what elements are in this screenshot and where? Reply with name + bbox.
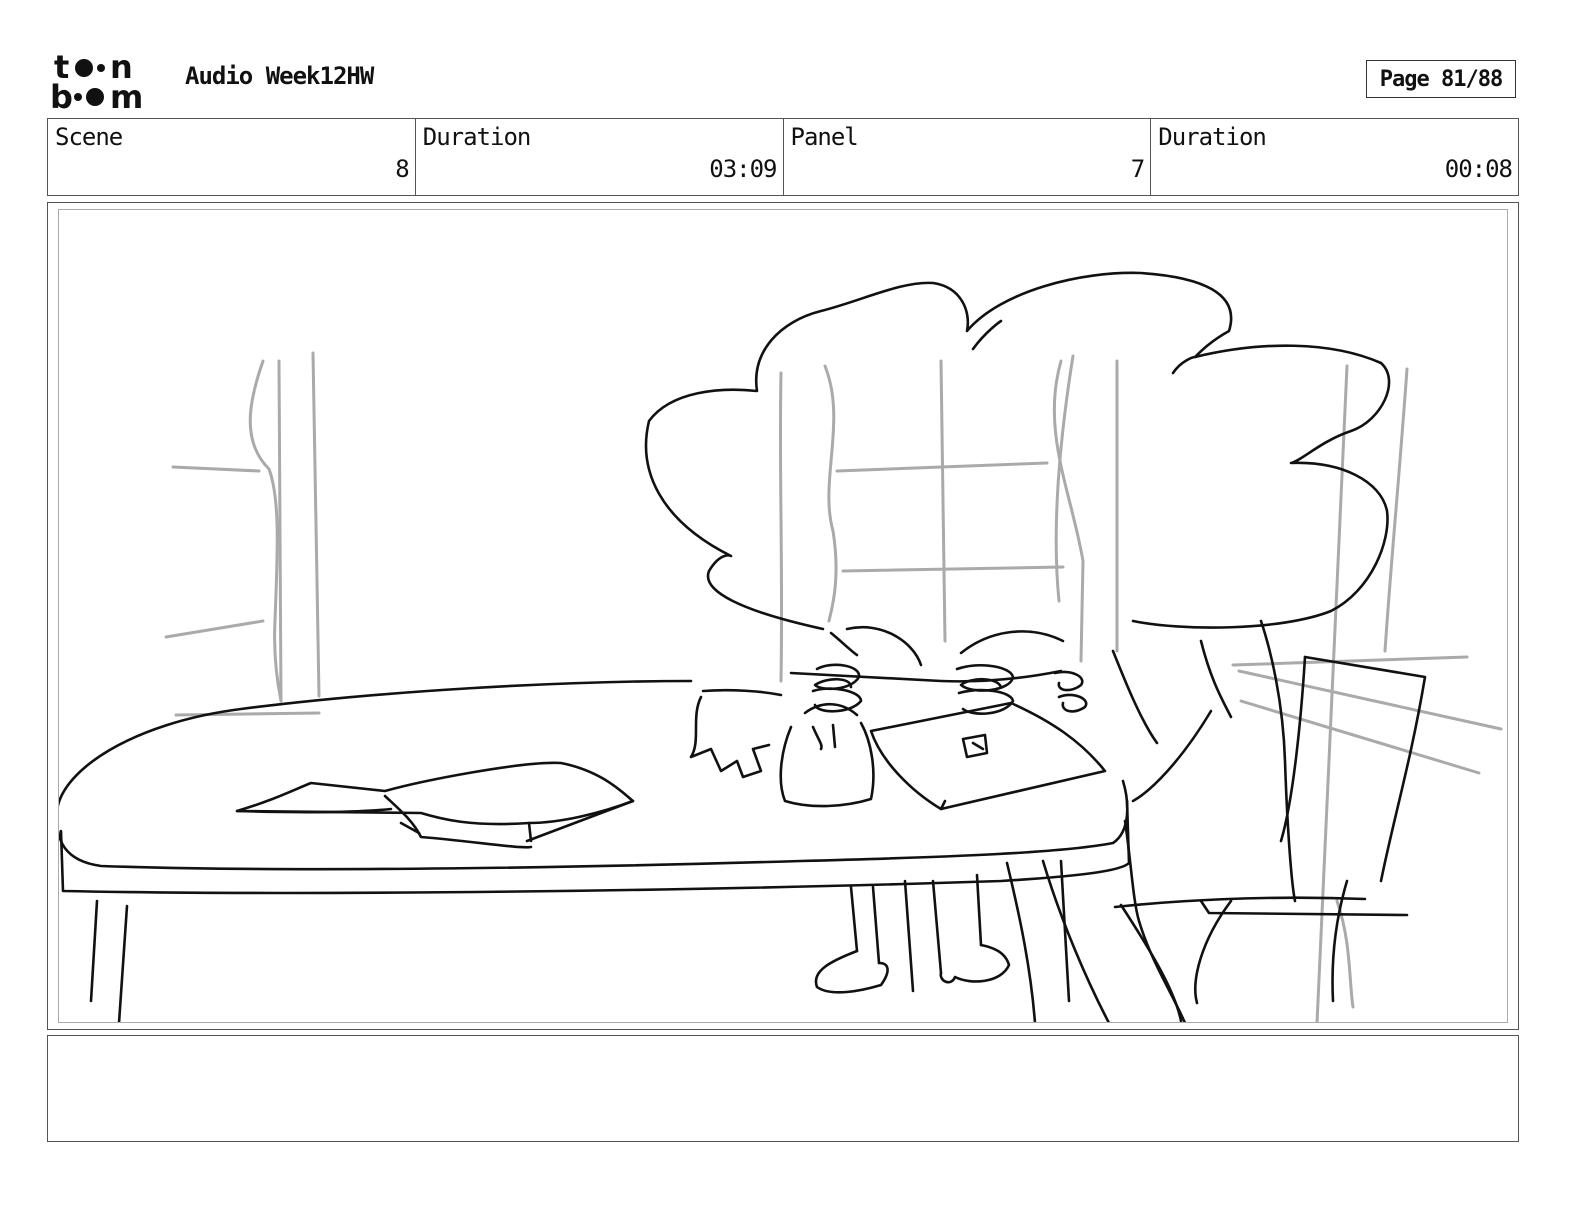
toon-boom-logo: t n b m [50,50,143,112]
panel-cell: Panel 7 [784,119,1152,195]
project-title: Audio Week12HW [185,62,374,90]
info-row: Scene 8 Duration 03:09 Panel 7 Duration … [47,118,1519,196]
panel-label: Panel [790,123,859,151]
scene-value: 8 [395,155,409,183]
scene-duration-value: 03:09 [709,155,777,183]
scene-label: Scene [55,123,123,151]
sketch-drawing [59,271,1503,1022]
panel-notes [47,1035,1519,1142]
svg-text:m: m [110,78,143,112]
storyboard-panel [58,209,1508,1023]
panel-duration-label: Duration [1158,123,1267,151]
scene-cell: Scene 8 [48,119,416,195]
panel-duration-cell: Duration 00:08 [1151,119,1518,195]
scene-duration-label: Duration [422,123,532,151]
panel-value: 7 [1130,155,1145,183]
panel-duration-value: 00:08 [1444,155,1513,183]
svg-text:b: b [50,78,73,112]
main-sketch [59,271,1427,1022]
page-number: Page 81/88 [1366,60,1516,98]
scene-duration-cell: Duration 03:09 [416,119,784,195]
